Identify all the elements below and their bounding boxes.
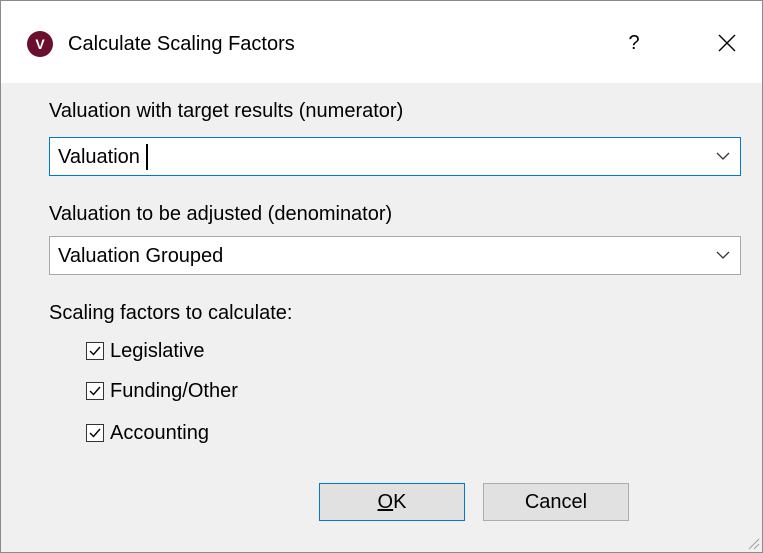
- legislative-label: Legislative: [110, 340, 205, 362]
- denominator-label: Valuation to be adjusted (denominator): [49, 203, 393, 225]
- ok-button[interactable]: OK: [319, 483, 465, 521]
- close-button[interactable]: [707, 27, 747, 59]
- chevron-down-icon[interactable]: [716, 250, 730, 260]
- text-caret: [146, 144, 148, 170]
- close-icon: [718, 34, 736, 52]
- scaling-factors-label: Scaling factors to calculate:: [49, 302, 293, 324]
- numerator-value: Valuation: [58, 146, 140, 168]
- denominator-value: Valuation Grouped: [58, 245, 224, 267]
- ok-label-rest: K: [393, 491, 407, 513]
- funding-other-label: Funding/Other: [110, 380, 238, 402]
- app-logo-icon: V: [27, 31, 53, 57]
- checkmark-icon: [89, 346, 101, 356]
- numerator-select[interactable]: Valuation: [49, 137, 741, 176]
- legislative-checkbox[interactable]: [86, 342, 104, 360]
- accounting-checkbox[interactable]: [86, 424, 104, 442]
- denominator-select[interactable]: Valuation Grouped: [49, 236, 741, 275]
- chevron-down-icon[interactable]: [716, 151, 730, 161]
- ok-mnemonic: O: [377, 491, 394, 513]
- dialog-title: Calculate Scaling Factors: [68, 33, 295, 55]
- checkmark-icon: [89, 386, 101, 396]
- cancel-button[interactable]: Cancel: [483, 483, 629, 521]
- resize-grip-icon[interactable]: [746, 536, 760, 550]
- scaling-factors-dialog: V Calculate Scaling Factors ? Valuation …: [0, 0, 763, 553]
- accounting-label: Accounting: [110, 422, 209, 444]
- help-button[interactable]: ?: [617, 27, 651, 59]
- checkmark-icon: [89, 428, 101, 438]
- funding-other-checkbox[interactable]: [86, 382, 104, 400]
- title-bar[interactable]: V Calculate Scaling Factors ?: [1, 1, 762, 83]
- numerator-label: Valuation with target results (numerator…: [49, 100, 404, 122]
